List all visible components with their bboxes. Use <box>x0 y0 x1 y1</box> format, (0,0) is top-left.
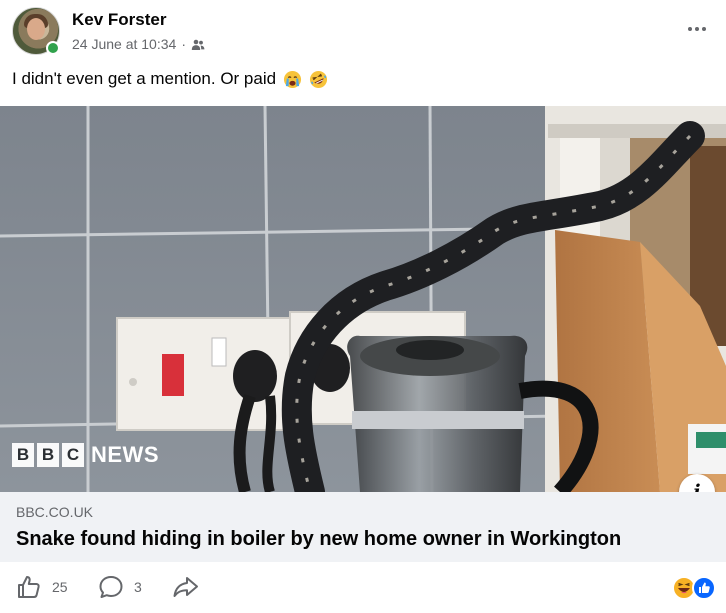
more-horizontal-icon <box>688 27 692 31</box>
link-preview-footer[interactable]: BBC.CO.UK Snake found hiding in boiler b… <box>0 492 726 562</box>
post-message: I didn't even get a mention. Or paid <box>12 69 328 89</box>
thumbs-up-icon <box>18 576 40 598</box>
friends-icon[interactable] <box>191 38 205 50</box>
share-arrow-icon <box>173 577 198 597</box>
reactions-summary[interactable] <box>672 576 718 602</box>
comment-count: 3 <box>134 579 142 595</box>
avatar-face <box>27 18 45 40</box>
meta-separator: · <box>181 36 186 52</box>
snake-in-boiler-photo <box>0 106 726 492</box>
bbc-letter: B <box>12 443 34 467</box>
rolling-on-floor-laughing-emoji <box>309 70 328 89</box>
link-title[interactable]: Snake found hiding in boiler by new home… <box>16 528 621 551</box>
post-timestamp[interactable]: 24 June at 10:34 <box>72 36 176 52</box>
post-header: Kev Forster 24 June at 10:34 · <box>0 0 726 60</box>
bbc-news-word: NEWS <box>91 442 159 467</box>
link-preview-image[interactable] <box>0 106 726 492</box>
like-count: 25 <box>52 579 68 595</box>
author-name[interactable]: Kev Forster <box>72 10 166 30</box>
bbc-news-watermark: B B C NEWS <box>12 442 159 468</box>
more-options-button[interactable] <box>680 16 714 42</box>
crying-face-emoji <box>283 70 302 89</box>
like-button[interactable]: 25 <box>16 574 68 600</box>
online-status-indicator <box>46 41 60 55</box>
bbc-letter: B <box>37 443 59 467</box>
link-domain: BBC.CO.UK <box>16 504 94 520</box>
post-actions-bar: 25 3 <box>0 562 726 613</box>
comment-button[interactable]: 3 <box>98 574 142 600</box>
share-button[interactable] <box>172 574 200 600</box>
bbc-letter: C <box>62 443 84 467</box>
like-reaction-icon <box>692 576 716 600</box>
post-meta: 24 June at 10:34 · <box>72 36 205 52</box>
comment-bubble-icon <box>99 576 123 598</box>
post-message-text: I didn't even get a mention. Or paid <box>12 69 277 88</box>
